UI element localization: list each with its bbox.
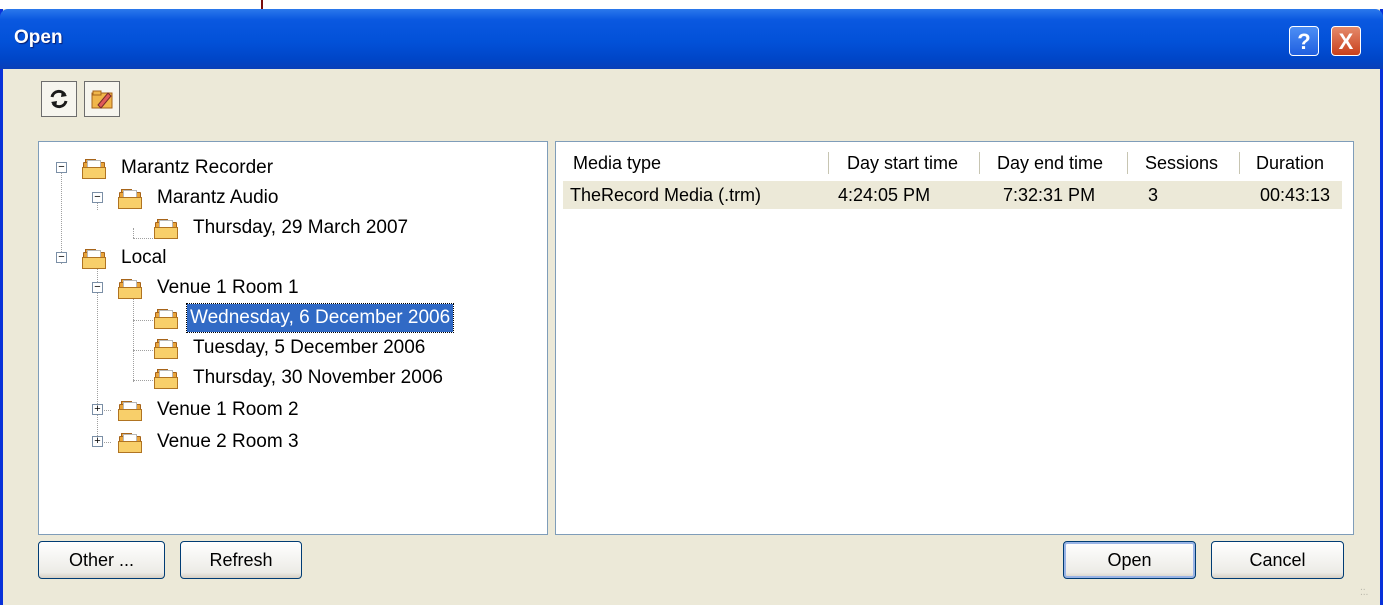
collapse-icon[interactable]: − — [92, 282, 103, 293]
tree-item-label: Tuesday, 5 December 2006 — [193, 337, 426, 358]
cell-duration: 00:43:13 — [1260, 185, 1331, 205]
tree-item-label: Venue 2 Room 3 — [157, 431, 299, 452]
close-button[interactable]: X — [1331, 26, 1361, 56]
folder-icon — [81, 158, 106, 179]
expand-icon[interactable]: + — [92, 404, 103, 415]
tree-item-thursday-29-march[interactable]: Thursday, 29 March 2007 — [39, 214, 539, 242]
tree-item-thursday-30-november[interactable]: Thursday, 30 November 2006 — [39, 364, 539, 392]
tree-item-venue-1-room-2[interactable]: + Venue 1 Room 2 — [39, 396, 539, 424]
folder-tree[interactable]: − Marantz Recorder − Marantz Audio Thurs… — [38, 141, 548, 535]
tree-item-label-selected: Wednesday, 6 December 2006 — [185, 303, 455, 333]
tree-item-marantz-audio[interactable]: − Marantz Audio — [39, 184, 539, 212]
folder-edit-icon — [91, 90, 113, 109]
column-header-day-start-time[interactable]: Day start time — [847, 148, 958, 178]
folder-icon — [153, 308, 178, 329]
column-header-sessions[interactable]: Sessions — [1145, 148, 1218, 178]
collapse-icon[interactable]: − — [56, 252, 67, 263]
folder-icon — [153, 368, 178, 389]
column-header-day-end-time[interactable]: Day end time — [997, 148, 1103, 178]
tree-item-tuesday-5-december[interactable]: Tuesday, 5 December 2006 — [39, 334, 539, 362]
tree-item-local[interactable]: − Local — [39, 244, 539, 272]
other-button[interactable]: Other ... — [38, 541, 165, 579]
collapse-icon[interactable]: − — [92, 192, 103, 203]
column-divider[interactable] — [828, 152, 829, 174]
column-header-media-type[interactable]: Media type — [573, 148, 661, 178]
folder-icon — [117, 188, 142, 209]
cancel-button[interactable]: Cancel — [1211, 541, 1344, 579]
column-header-duration[interactable]: Duration — [1256, 148, 1324, 178]
folder-icon — [81, 248, 106, 269]
folder-edit-tool-button[interactable] — [84, 81, 120, 117]
column-divider[interactable] — [1239, 152, 1240, 174]
folder-icon — [117, 400, 142, 421]
column-divider[interactable] — [1127, 152, 1128, 174]
open-dialog: Open ? X − Marantz Recorder − Marantz Au… — [0, 9, 1383, 605]
tree-item-label: Local — [121, 247, 167, 268]
tree-item-label: Marantz Audio — [157, 187, 279, 208]
folder-icon — [153, 218, 178, 239]
refresh-tool-button[interactable] — [41, 81, 77, 117]
cell-day-end-time: 7:32:31 PM — [1003, 185, 1096, 205]
tree-item-venue-2-room-3[interactable]: + Venue 2 Room 3 — [39, 428, 539, 456]
tree-item-marantz-recorder[interactable]: − Marantz Recorder — [39, 154, 539, 182]
resize-grip-icon[interactable]: ∙∙ ∙∙∙ — [1360, 585, 1374, 601]
refresh-icon — [50, 89, 68, 109]
column-divider[interactable] — [979, 152, 980, 174]
help-button[interactable]: ? — [1289, 26, 1319, 56]
collapse-icon[interactable]: − — [56, 162, 67, 173]
window-title: Open — [14, 27, 63, 48]
tree-item-label: Thursday, 29 March 2007 — [193, 217, 409, 238]
refresh-button[interactable]: Refresh — [180, 541, 302, 579]
expand-icon[interactable]: + — [92, 436, 103, 447]
folder-icon — [117, 278, 142, 299]
folder-icon — [117, 432, 142, 453]
cell-media-type: TheRecord Media (.trm) — [570, 185, 762, 205]
media-list[interactable]: Media type Day start time Day end time S… — [555, 141, 1354, 535]
tree-item-label: Thursday, 30 November 2006 — [193, 367, 443, 388]
title-bar[interactable]: Open ? X — [0, 9, 1383, 69]
tree-item-label: Venue 1 Room 2 — [157, 399, 299, 420]
cell-sessions: 3 — [1148, 185, 1159, 205]
tree-item-wednesday-6-december[interactable]: Wednesday, 6 December 2006 — [39, 303, 539, 333]
table-row[interactable]: TheRecord Media (.trm) 4:24:05 PM 7:32:3… — [563, 181, 1342, 209]
cell-day-start-time: 4:24:05 PM — [838, 185, 931, 205]
tree-item-label: Marantz Recorder — [121, 157, 274, 178]
open-button[interactable]: Open — [1063, 541, 1196, 579]
folder-icon — [153, 338, 178, 359]
tree-item-label: Venue 1 Room 1 — [157, 277, 299, 298]
tree-item-venue-1-room-1[interactable]: − Venue 1 Room 1 — [39, 274, 539, 302]
